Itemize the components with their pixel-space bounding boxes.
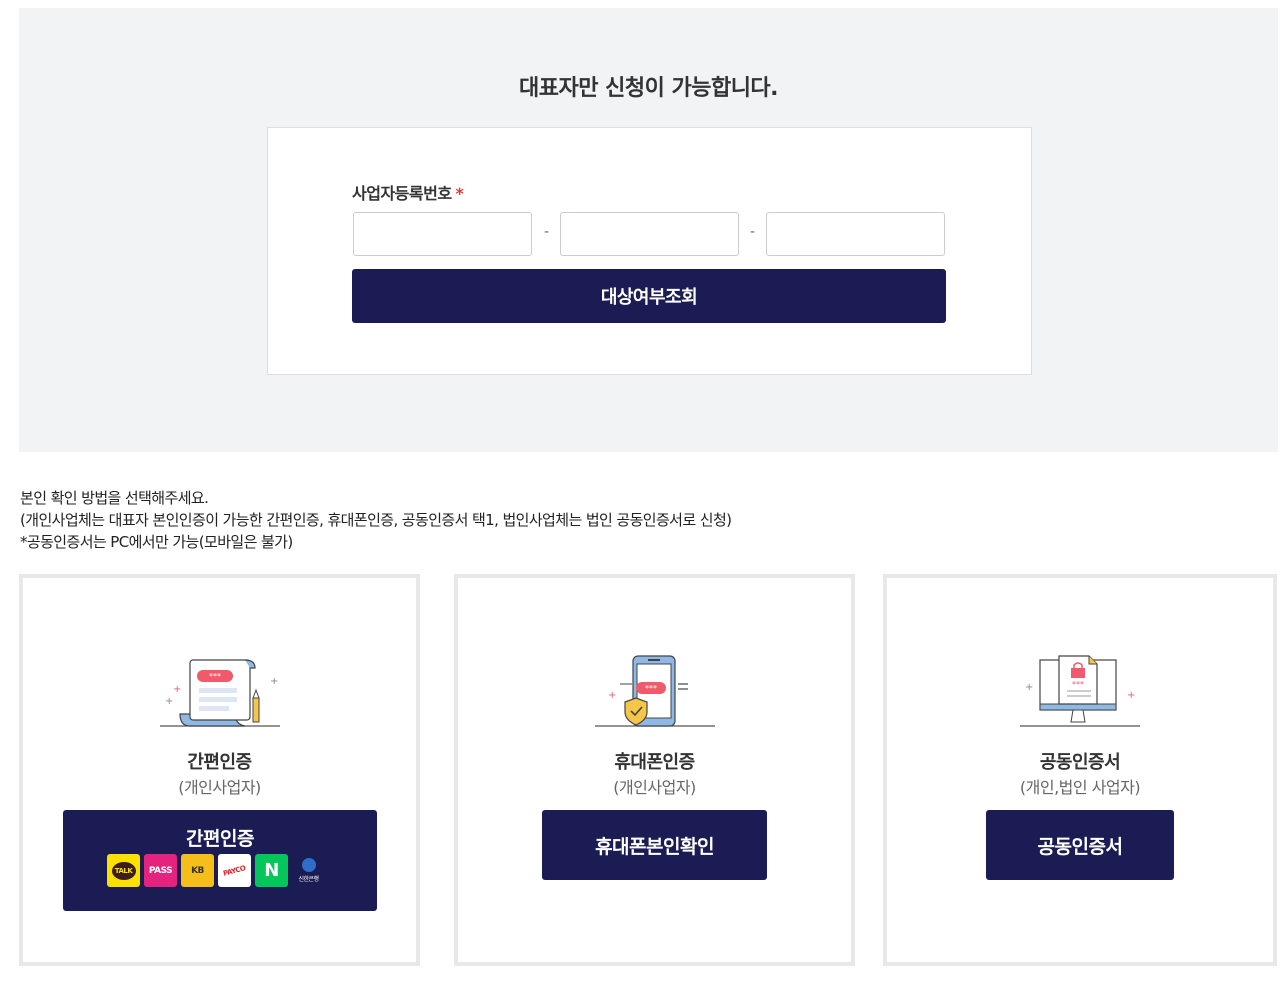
svg-text:+: + (1025, 682, 1033, 693)
svg-text:+: + (1127, 690, 1135, 701)
certificate-button[interactable]: 공동인증서 (986, 810, 1174, 880)
kb-icon: KB (181, 854, 214, 887)
business-number-input-3[interactable] (766, 212, 945, 256)
svg-text:***: *** (645, 684, 657, 693)
easy-auth-button[interactable]: 간편인증 TALK PASS KB PAYCO N 신한은행 (63, 810, 377, 911)
notice-title: 대표자만 신청이 가능합니다. (518, 76, 779, 101)
separator-dash: - (544, 224, 550, 240)
naver-icon-label: N (264, 860, 279, 881)
business-check-panel: 대표자만 신청이 가능합니다. 사업자등록번호 * - - 대상여부조회 (19, 8, 1278, 452)
svg-text:***: *** (1072, 680, 1084, 689)
guide-line-2: (개인사업체는 대표자 본인인증이 가능한 간편인증, 휴대폰인증, 공동인증서… (20, 511, 732, 529)
business-number-input-2[interactable] (560, 212, 739, 256)
kb-icon-label: KB (191, 865, 204, 876)
phone-auth-button[interactable]: 휴대폰본인확인 (542, 810, 767, 880)
payco-icon: PAYCO (218, 854, 251, 887)
phone-auth-subtitle: (개인사업자) (613, 778, 696, 797)
phone-auth-card: *** + 휴대폰인증 (개인사업자) 휴대폰본인확인 (454, 574, 855, 966)
business-number-form: 사업자등록번호 * - - 대상여부조회 (267, 127, 1032, 375)
certificate-subtitle: (개인,법인 사업자) (1019, 778, 1141, 797)
svg-text:+: + (173, 684, 181, 695)
certificate-card: *** + + 공동인증서 (개인,법인 사업자) 공동인증서 (883, 574, 1277, 966)
payco-icon-label: PAYCO (222, 863, 247, 878)
shinhan-icon: 신한은행 (292, 854, 325, 887)
certificate-title: 공동인증서 (1039, 752, 1121, 773)
svg-text:+: + (608, 690, 616, 701)
guide-line-3: *공동인증서는 PC에서만 가능(모바일은 불가) (20, 533, 293, 551)
naver-icon: N (255, 854, 288, 887)
pass-icon-label: PASS (148, 865, 173, 876)
phone-shield-illustration-icon: *** + (590, 654, 720, 738)
easy-auth-title: 간편인증 (187, 752, 252, 773)
business-number-label: 사업자등록번호 * (352, 180, 464, 204)
kakaotalk-icon: TALK (107, 854, 140, 887)
svg-text:+: + (270, 676, 278, 687)
easy-auth-button-label: 간편인증 (186, 828, 254, 850)
phone-auth-title: 휴대폰인증 (614, 752, 695, 773)
svg-text:+: + (165, 696, 173, 707)
check-eligibility-button[interactable]: 대상여부조회 (352, 269, 946, 323)
document-illustration-icon: *** + + + (155, 654, 285, 738)
guide-line-1: 본인 확인 방법을 선택해주세요. (20, 489, 209, 507)
business-number-input-1[interactable] (353, 212, 532, 256)
separator-dash: - (750, 224, 756, 240)
easy-auth-card: *** + + + 간편인증 (개인사업자) 간편인증 TALK PASS KB… (19, 574, 420, 966)
easy-auth-providers: TALK PASS KB PAYCO N 신한은행 (107, 854, 325, 887)
certificate-monitor-illustration-icon: *** + + (1015, 654, 1145, 738)
required-mark: * (455, 184, 464, 203)
business-number-label-text: 사업자등록번호 (352, 184, 452, 203)
easy-auth-subtitle: (개인사업자) (178, 778, 261, 797)
shinhan-icon-label: 신한은행 (298, 876, 319, 883)
shinhan-logo-circle (301, 858, 316, 872)
auth-method-guide: 본인 확인 방법을 선택해주세요. (개인사업체는 대표자 본인인증이 가능한 … (20, 487, 732, 553)
pass-icon: PASS (144, 854, 177, 887)
kakaotalk-icon-label: TALK (111, 861, 136, 880)
svg-text:***: *** (209, 672, 221, 681)
